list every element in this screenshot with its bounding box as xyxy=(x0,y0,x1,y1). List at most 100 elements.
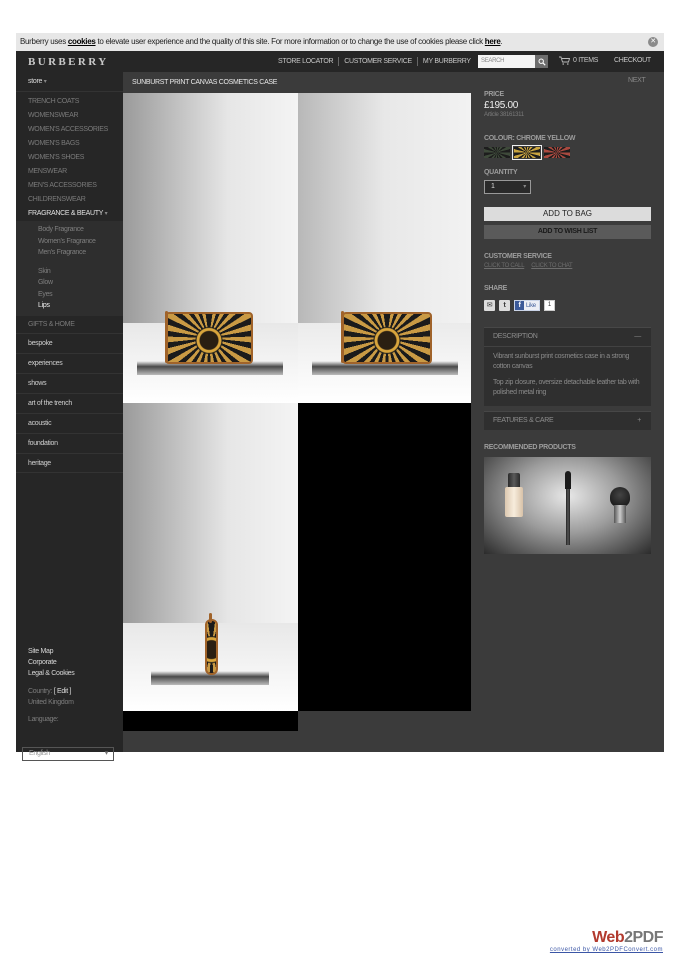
country-label: Country: xyxy=(28,688,53,695)
language-value: English xyxy=(29,750,50,757)
customer-service-link[interactable]: CUSTOMER SERVICE xyxy=(344,58,412,65)
price-label: PRICE xyxy=(484,91,504,98)
submenu-item-eyes[interactable]: Eyes xyxy=(38,289,123,301)
product-image-2[interactable] xyxy=(298,93,471,403)
web2pdf-logo[interactable]: Web2PDF xyxy=(533,929,663,947)
sidebar-item-label: FRAGRANCE & BEAUTY xyxy=(28,210,103,217)
recommended-product-brush[interactable] xyxy=(565,471,571,545)
submenu-item-skin[interactable]: Skin xyxy=(38,266,123,278)
share-label: SHARE xyxy=(484,285,508,292)
site-map-link[interactable]: Site Map xyxy=(28,646,74,657)
divider xyxy=(416,57,418,66)
sidebar-item-childrenswear[interactable]: CHILDRENSWEAR xyxy=(16,193,123,207)
submenu-item-glow[interactable]: Glow xyxy=(38,277,123,289)
submenu: Body Fragrance Women's Fragrance Men's F… xyxy=(16,221,123,316)
collapse-icon: — xyxy=(634,333,641,340)
features-label: FEATURES & CARE xyxy=(493,417,554,424)
sidebar-item-trench-coats[interactable]: TRENCH COATS xyxy=(16,95,123,109)
close-icon[interactable]: ✕ xyxy=(648,37,658,47)
recommended-product-foundation[interactable] xyxy=(505,473,523,517)
description-label: DESCRIPTION xyxy=(493,333,538,340)
swatch-green[interactable] xyxy=(484,147,510,158)
recommended-product-kabuki[interactable] xyxy=(610,487,630,525)
here-link[interactable]: here xyxy=(485,37,501,46)
sidebar-item-bespoke[interactable]: bespoke xyxy=(16,332,123,353)
facebook-like-button[interactable]: f Like xyxy=(514,300,540,311)
store-menu[interactable]: store ▾ xyxy=(16,72,123,92)
product-pouch xyxy=(205,619,218,675)
features-panel: FEATURES & CARE + xyxy=(484,411,651,430)
top-nav: STORE LOCATOR CUSTOMER SERVICE MY BURBER… xyxy=(278,51,471,72)
sidebar-item-shows[interactable]: shows xyxy=(16,372,123,393)
bag-count: 0 ITEMS xyxy=(573,57,599,64)
sidebar: store ▾ TRENCH COATS WOMENSWEAR WOMEN'S … xyxy=(16,72,123,761)
checkout-link[interactable]: CHECKOUT xyxy=(614,57,651,64)
store-locator-link[interactable]: STORE LOCATOR xyxy=(278,58,334,65)
submenu-item-womens-fragrance[interactable]: Women's Fragrance xyxy=(38,236,123,248)
features-header[interactable]: FEATURES & CARE + xyxy=(484,412,651,430)
legal-cookies-link[interactable]: Legal & Cookies xyxy=(28,668,75,679)
sidebar-item-foundation[interactable]: foundation xyxy=(16,432,123,453)
swatch-red[interactable] xyxy=(544,147,570,158)
sidebar-item-menswear[interactable]: MENSWEAR xyxy=(16,165,123,179)
product-image-3[interactable] xyxy=(123,403,298,711)
bag-link[interactable]: 0 ITEMS xyxy=(559,56,598,65)
sidebar-item-experiences[interactable]: experiences xyxy=(16,352,123,373)
colour-swatches xyxy=(484,145,570,160)
sidebar-item-womens-shoes[interactable]: WOMEN'S SHOES xyxy=(16,151,123,165)
customer-service-label: CUSTOMER SERVICE xyxy=(484,253,552,260)
site-frame: BURBERRY STORE LOCATOR CUSTOMER SERVICE … xyxy=(16,51,664,761)
country-edit-link[interactable]: [ Edit ] xyxy=(54,688,72,695)
search-box: SEARCH xyxy=(478,55,548,68)
corporate-link[interactable]: Corporate xyxy=(28,657,74,668)
sidebar-item-mens-accessories[interactable]: MEN'S ACCESSORIES xyxy=(16,179,123,193)
quantity-select[interactable]: 1 ▾ xyxy=(484,180,531,194)
cookies-link[interactable]: cookies xyxy=(68,37,96,46)
chevron-down-icon: ▾ xyxy=(43,79,47,85)
product-strap xyxy=(341,311,344,363)
sidebar-item-womens-accessories[interactable]: WOMEN'S ACCESSORIES xyxy=(16,123,123,137)
cookie-banner: Burberry uses cookies to elevate user ex… xyxy=(16,33,664,51)
add-to-bag-button[interactable]: ADD TO BAG xyxy=(484,207,651,221)
product-image-1[interactable] xyxy=(123,93,298,403)
top-bar: BURBERRY STORE LOCATOR CUSTOMER SERVICE … xyxy=(16,51,664,72)
sidebar-footer: Site Map Corporate Legal & Cookies Count… xyxy=(28,646,75,725)
product-strap xyxy=(165,311,168,363)
sidebar-item-gifts-home[interactable]: GIFTS & HOME xyxy=(16,316,123,333)
submenu-item-body-fragrance[interactable]: Body Fragrance xyxy=(38,224,123,236)
click-to-chat-link[interactable]: CLICK TO CHAT xyxy=(531,263,572,269)
sidebar-item-art-of-the-trench[interactable]: art of the trench xyxy=(16,392,123,413)
add-to-wishlist-button[interactable]: ADD TO WISH LIST xyxy=(484,225,651,239)
my-burberry-link[interactable]: MY BURBERRY xyxy=(423,58,471,65)
twitter-icon[interactable]: t xyxy=(499,300,510,311)
sidebar-item-acoustic[interactable]: acoustic xyxy=(16,412,123,433)
email-icon[interactable]: ✉ xyxy=(484,300,495,311)
next-link[interactable]: NEXT xyxy=(628,77,646,84)
language-select[interactable]: English ▾ xyxy=(22,747,114,761)
product-image-placeholder xyxy=(298,403,471,711)
product-pouch xyxy=(165,312,253,364)
logo[interactable]: BURBERRY xyxy=(28,56,109,68)
search-icon xyxy=(538,58,546,66)
sidebar-item-womenswear[interactable]: WOMENSWEAR xyxy=(16,109,123,123)
submenu-item-mens-fragrance[interactable]: Men's Fragrance xyxy=(38,247,123,259)
quantity-label: QUANTITY xyxy=(484,169,518,176)
description-body: Vibrant sunburst print cosmetics case in… xyxy=(484,346,651,406)
article-number: Article 38161311 xyxy=(484,112,524,118)
swatch-chrome-yellow[interactable] xyxy=(512,145,542,160)
sidebar-item-womens-bags[interactable]: WOMEN'S BAGS xyxy=(16,137,123,151)
sidebar-item-heritage[interactable]: heritage xyxy=(16,452,123,473)
click-to-call-link[interactable]: CLICK TO CALL xyxy=(484,263,525,269)
submenu-item-lips[interactable]: Lips xyxy=(38,300,123,312)
search-input[interactable]: SEARCH xyxy=(478,55,535,68)
kabuki-head xyxy=(610,487,630,507)
search-button[interactable] xyxy=(535,55,548,68)
description-panel: DESCRIPTION — Vibrant sunburst print cosm… xyxy=(484,327,651,406)
product-title: SUNBURST PRINT CANVAS COSMETICS CASE xyxy=(132,79,278,86)
description-header[interactable]: DESCRIPTION — xyxy=(484,328,651,346)
converted-by-link[interactable]: converted by Web2PDFConvert.com xyxy=(533,947,663,953)
gallery-strip xyxy=(123,711,298,731)
brush-head xyxy=(565,471,571,489)
sidebar-item-fragrance-beauty[interactable]: FRAGRANCE & BEAUTY ▾ xyxy=(16,207,123,221)
